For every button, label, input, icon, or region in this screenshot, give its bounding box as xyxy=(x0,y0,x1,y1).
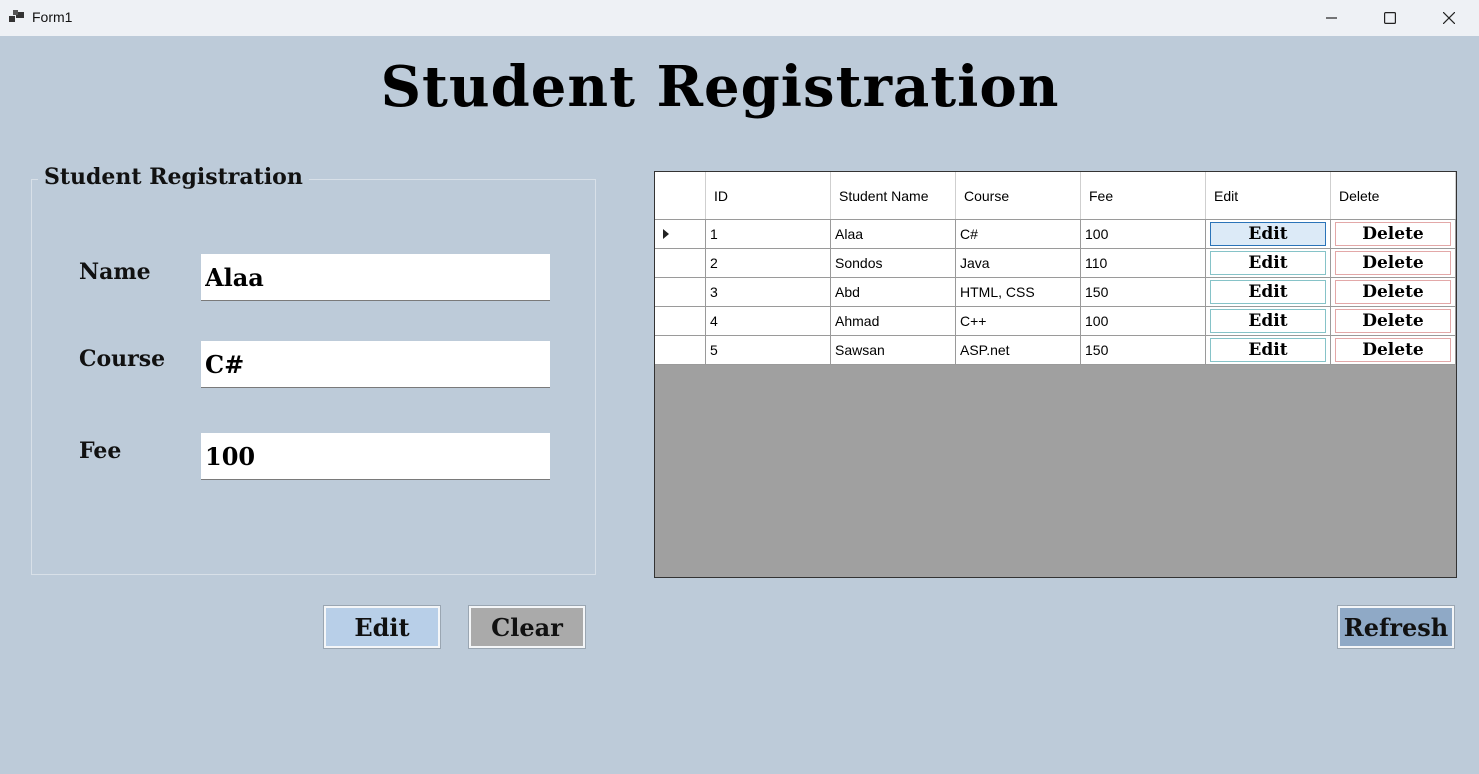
cell-edit: Edit xyxy=(1205,335,1331,365)
column-header-fee[interactable]: Fee xyxy=(1080,172,1206,220)
refresh-button[interactable]: Refresh xyxy=(1337,605,1455,649)
window-titlebar: Form1 xyxy=(0,0,1479,36)
column-header-course[interactable]: Course xyxy=(955,172,1081,220)
cell-name[interactable]: Ahmad xyxy=(830,306,956,336)
row-header-cell[interactable] xyxy=(655,306,706,336)
groupbox-title: Student Registration xyxy=(38,164,309,190)
cell-fee[interactable]: 100 xyxy=(1080,219,1206,249)
edit-button[interactable]: Edit xyxy=(323,605,441,649)
minimize-button[interactable] xyxy=(1303,0,1361,36)
column-header-edit[interactable]: Edit xyxy=(1205,172,1331,220)
name-label: Name xyxy=(79,259,151,285)
row-header-cell[interactable] xyxy=(655,277,706,307)
cell-name[interactable]: Abd xyxy=(830,277,956,307)
close-button[interactable] xyxy=(1420,0,1478,36)
cell-id[interactable]: 1 xyxy=(705,219,831,249)
cell-fee[interactable]: 150 xyxy=(1080,277,1206,307)
row-edit-button[interactable]: Edit xyxy=(1210,280,1326,304)
cell-name[interactable]: Sondos xyxy=(830,248,956,278)
clear-button[interactable]: Clear xyxy=(468,605,586,649)
app-window-icon xyxy=(9,10,24,22)
course-label: Course xyxy=(79,346,166,372)
cell-id[interactable]: 3 xyxy=(705,277,831,307)
cell-fee[interactable]: 150 xyxy=(1080,335,1206,365)
column-header-id[interactable]: ID xyxy=(705,172,831,220)
row-delete-button[interactable]: Delete xyxy=(1335,222,1451,246)
close-icon xyxy=(1443,12,1455,24)
cell-name[interactable]: Alaa xyxy=(830,219,956,249)
cell-delete: Delete xyxy=(1330,306,1456,336)
cell-id[interactable]: 5 xyxy=(705,335,831,365)
cell-edit: Edit xyxy=(1205,219,1331,249)
cell-edit: Edit xyxy=(1205,306,1331,336)
row-delete-button[interactable]: Delete xyxy=(1335,280,1451,304)
cell-id[interactable]: 4 xyxy=(705,306,831,336)
fee-input[interactable] xyxy=(201,433,550,480)
table-row[interactable]: 5 Sawsan ASP.net 150 Edit Delete xyxy=(655,335,1456,365)
cell-delete: Delete xyxy=(1330,219,1456,249)
cell-delete: Delete xyxy=(1330,248,1456,278)
table-row[interactable]: 4 Ahmad C++ 100 Edit Delete xyxy=(655,306,1456,336)
grid-header-row: ID Student Name Course Fee Edit Delete xyxy=(655,172,1456,220)
row-delete-button[interactable]: Delete xyxy=(1335,309,1451,333)
course-input[interactable] xyxy=(201,341,550,388)
row-edit-button[interactable]: Edit xyxy=(1210,309,1326,333)
cell-course[interactable]: C++ xyxy=(955,306,1081,336)
row-edit-button[interactable]: Edit xyxy=(1210,251,1326,275)
cell-course[interactable]: C# xyxy=(955,219,1081,249)
students-grid[interactable]: ID Student Name Course Fee Edit Delete 1… xyxy=(654,171,1457,578)
cell-fee[interactable]: 100 xyxy=(1080,306,1206,336)
table-row[interactable]: 3 Abd HTML, CSS 150 Edit Delete xyxy=(655,277,1456,307)
table-row[interactable]: 2 Sondos Java 110 Edit Delete xyxy=(655,248,1456,278)
cell-course[interactable]: ASP.net xyxy=(955,335,1081,365)
current-row-arrow-icon xyxy=(663,229,669,239)
cell-id[interactable]: 2 xyxy=(705,248,831,278)
cell-fee[interactable]: 110 xyxy=(1080,248,1206,278)
fee-label: Fee xyxy=(79,438,122,464)
table-row[interactable]: 1 Alaa C# 100 Edit Delete xyxy=(655,219,1456,249)
row-delete-button[interactable]: Delete xyxy=(1335,338,1451,362)
window-title: Form1 xyxy=(32,9,73,25)
cell-course[interactable]: Java xyxy=(955,248,1081,278)
cell-delete: Delete xyxy=(1330,277,1456,307)
row-header-corner xyxy=(655,172,706,220)
column-header-delete[interactable]: Delete xyxy=(1330,172,1456,220)
maximize-icon xyxy=(1384,12,1396,24)
name-input[interactable] xyxy=(201,254,550,301)
minimize-icon xyxy=(1326,17,1337,19)
row-delete-button[interactable]: Delete xyxy=(1335,251,1451,275)
cell-delete: Delete xyxy=(1330,335,1456,365)
row-header-cell[interactable] xyxy=(655,335,706,365)
row-edit-button[interactable]: Edit xyxy=(1210,222,1326,246)
row-edit-button[interactable]: Edit xyxy=(1210,338,1326,362)
cell-edit: Edit xyxy=(1205,277,1331,307)
students-table: ID Student Name Course Fee Edit Delete 1… xyxy=(655,172,1456,365)
column-header-student-name[interactable]: Student Name xyxy=(830,172,956,220)
row-header-cell[interactable] xyxy=(655,248,706,278)
page-title: Student Registration xyxy=(380,54,1060,120)
maximize-button[interactable] xyxy=(1361,0,1419,36)
row-header-cell[interactable] xyxy=(655,219,706,249)
cell-name[interactable]: Sawsan xyxy=(830,335,956,365)
cell-edit: Edit xyxy=(1205,248,1331,278)
cell-course[interactable]: HTML, CSS xyxy=(955,277,1081,307)
